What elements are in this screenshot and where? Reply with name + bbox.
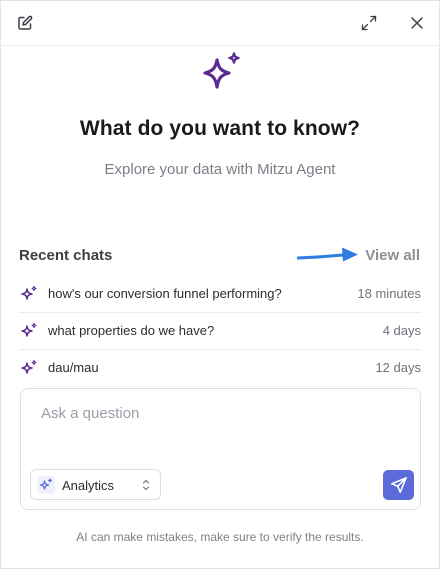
disclaimer-text: AI can make mistakes, make sure to verif… (76, 530, 364, 544)
close-button[interactable] (406, 12, 428, 34)
list-item[interactable]: how's our conversion funnel performing? … (19, 276, 421, 313)
mode-select[interactable]: Analytics (30, 469, 161, 500)
recent-chats-list: how's our conversion funnel performing? … (19, 276, 421, 386)
hero-title: What do you want to know? (79, 117, 361, 140)
sparkle-icon (21, 285, 37, 300)
chat-time: 18 minutes (357, 286, 421, 301)
sparkle-icon (39, 478, 52, 490)
sparkle-icon (203, 52, 240, 89)
chat-time: 12 days (375, 360, 421, 375)
recent-chats-title: Recent chats (19, 247, 113, 264)
new-chat-button[interactable] (14, 12, 36, 34)
chat-title: dau/mau (48, 360, 99, 375)
close-icon (411, 17, 423, 29)
send-button[interactable] (383, 470, 414, 500)
view-all-link[interactable]: View all (365, 247, 420, 264)
edit-icon (18, 15, 33, 30)
list-item[interactable]: dau/mau 12 days (19, 350, 421, 386)
question-input[interactable] (41, 405, 401, 445)
sparkle-icon (21, 322, 37, 337)
mode-label: Analytics (62, 478, 115, 493)
chat-time: 4 days (382, 323, 421, 338)
list-item[interactable]: what properties do we have? 4 days (19, 313, 421, 350)
agent-panel: What do you want to know? Explore your d… (0, 0, 440, 569)
hero-subtitle: Explore your data with Mitzu Agent (104, 161, 336, 178)
mode-icon (37, 476, 55, 494)
send-icon (390, 477, 407, 493)
annotation-arrow-icon (297, 247, 358, 262)
composer: Analytics (20, 388, 421, 510)
expand-icon (361, 15, 377, 31)
chat-title: what properties do we have? (48, 323, 215, 338)
sparkle-icon (21, 359, 37, 374)
chat-title: how's our conversion funnel performing? (48, 286, 282, 301)
panel-header (1, 1, 439, 46)
chevron-up-down-icon (142, 479, 150, 491)
expand-button[interactable] (358, 12, 380, 34)
